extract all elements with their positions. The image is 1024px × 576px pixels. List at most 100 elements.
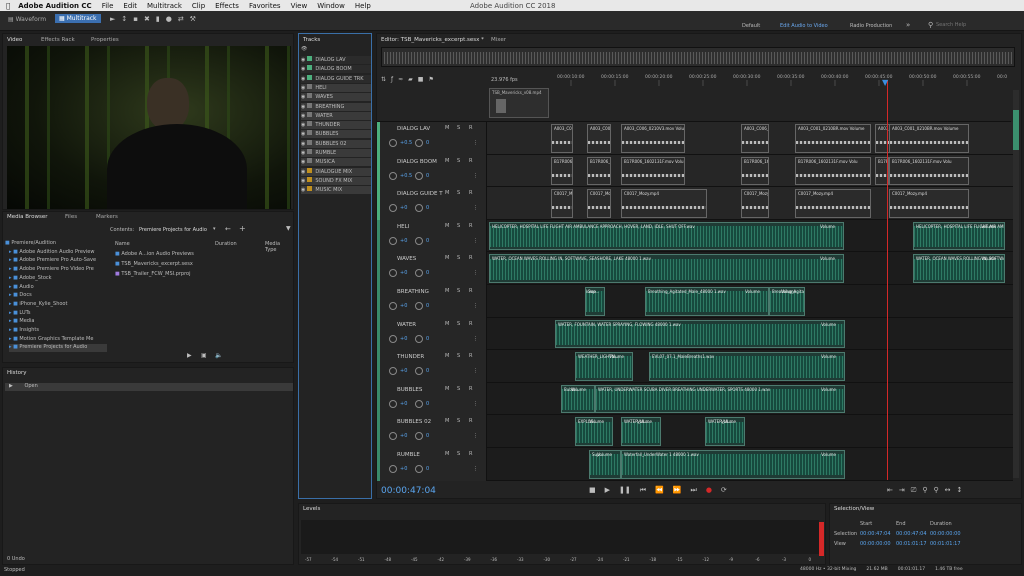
playhead-handle-icon[interactable]: ▼ [882, 78, 888, 87]
mute-button[interactable]: M [445, 451, 449, 457]
sel-duration-value[interactable]: 00:00:00:00 [930, 531, 961, 537]
record-button[interactable]: ● [706, 486, 712, 495]
mute-button[interactable]: M [445, 158, 449, 164]
track-list-item[interactable]: ◉ MUSICA [301, 158, 371, 167]
mute-button[interactable]: M [445, 223, 449, 229]
pan-knob[interactable] [415, 334, 423, 343]
folder-tree-item[interactable]: ▸ ■ Insights [9, 327, 107, 335]
track-list-item[interactable]: ◉ WAVES [301, 93, 371, 102]
record-arm-button[interactable]: R [469, 418, 472, 424]
folder-tree-item[interactable]: ▸ ■ Docs [9, 292, 107, 300]
record-arm-button[interactable]: R [469, 321, 472, 327]
solo-button[interactable]: S [457, 288, 460, 294]
track-list-item[interactable]: ◉ BREATHING [301, 102, 371, 111]
workspace-edit-audio-to-video[interactable]: Edit Audio to Video [780, 23, 828, 29]
track-fx-icon[interactable]: ⋮ [473, 466, 478, 472]
overview-bar[interactable] [381, 47, 1015, 67]
volume-value[interactable]: +0 [400, 336, 407, 342]
record-arm-button[interactable]: R [469, 386, 472, 392]
volume-knob[interactable] [389, 432, 397, 441]
menu-help[interactable]: Help [355, 2, 371, 10]
pause-button[interactable]: ❚❚ [619, 486, 631, 495]
audio-clip[interactable]: A003_C006_0210V3.mov Volu [741, 124, 769, 153]
pan-knob[interactable] [415, 139, 423, 147]
fast-forward-button[interactable]: ⏩ [673, 486, 682, 495]
track-list-item[interactable]: ◉ DIALOG LAV [301, 56, 371, 64]
sel-end-value[interactable]: 00:01:01:17 [896, 541, 927, 547]
sel-end-value[interactable]: 00:00:47:04 [896, 531, 927, 537]
folder-tree-item[interactable]: ▸ ■ Motion Graphics Template Me [9, 336, 107, 344]
pan-value[interactable]: 0 [426, 173, 429, 179]
stop-button[interactable]: ■ [589, 486, 596, 495]
file-item[interactable]: ■ TSB_Mavericks_excerpt.sesx [115, 261, 215, 269]
tab-files[interactable]: Files [65, 214, 77, 220]
pan-value[interactable]: 0 [426, 466, 429, 472]
audio-clip[interactable]: WATER_UL... Volume [621, 417, 661, 446]
eye-icon[interactable]: ◉ [301, 113, 305, 119]
media-play-button[interactable]: ▶ [187, 352, 192, 359]
file-item[interactable]: ■ Adobe A...ion Audio Previews [115, 251, 215, 259]
add-icon[interactable]: + [239, 224, 246, 233]
track-name[interactable]: BREATHING [397, 289, 429, 295]
volume-value[interactable]: +0 [400, 303, 407, 309]
column-name[interactable]: Name [115, 241, 130, 247]
track-list-item[interactable]: ◉ MUSIC MIX [301, 186, 371, 195]
media-volume-icon[interactable]: 🔈 [215, 352, 222, 359]
pan-knob[interactable] [415, 465, 423, 473]
audio-clip[interactable]: WATER, OCEAN WAVES ROLLING IN, SOFTWAVE,… [489, 254, 844, 283]
to-start-button[interactable]: ⏮ [640, 486, 646, 495]
menu-window[interactable]: Window [317, 2, 345, 10]
track-list-item[interactable]: ◉ RUMBLE [301, 149, 371, 157]
audio-clip[interactable]: C0017_Mozy.mp4 [551, 189, 573, 218]
volume-value[interactable]: +0.5 [400, 173, 412, 179]
track-list-item[interactable]: ◉ BUBBLES [301, 130, 371, 139]
folder-tree-item[interactable]: ▸ ■ Adobe_Stock [9, 275, 107, 283]
track-name[interactable]: WAVES [397, 256, 416, 262]
volume-knob[interactable] [389, 139, 397, 147]
track-header[interactable]: WAVES M S R +0 0 ⋮ [377, 252, 487, 285]
audio-clip[interactable]: A003_C006_0210V3.mov Volu [587, 124, 611, 153]
track-fx-icon[interactable]: ⋮ [473, 173, 478, 179]
audio-clip[interactable]: C0017_Mozy.mp4 [587, 189, 611, 218]
pan-knob[interactable] [415, 367, 423, 376]
audio-clip[interactable]: WATER_UL... Volume [705, 417, 745, 446]
track-header[interactable]: DIALOG BOOM M S R +0.5 0 ⋮ [377, 154, 487, 188]
back-arrow-icon[interactable]: ← [225, 225, 231, 233]
track-name[interactable]: DIALOG BOOM [397, 159, 437, 165]
pan-value[interactable]: 0 [426, 303, 429, 309]
vertical-scrollbar[interactable] [1013, 90, 1019, 478]
tab-video[interactable]: Video [7, 37, 22, 43]
record-arm-button[interactable]: R [469, 288, 472, 294]
eye-icon[interactable]: ◉ [301, 94, 305, 100]
solo-button[interactable]: S [457, 190, 460, 196]
eye-icon[interactable]: ◉ [301, 104, 305, 110]
solo-button[interactable]: S [457, 353, 460, 359]
track-header[interactable]: RUMBLE M S R +0 0 ⋮ [377, 448, 487, 481]
column-duration[interactable]: Duration [215, 241, 237, 247]
media-insert-icon[interactable]: ▣ [201, 352, 207, 359]
multitrack-view-button[interactable]: ▦ Multitrack [55, 14, 101, 23]
tab-properties[interactable]: Properties [91, 37, 119, 43]
mute-button[interactable]: M [445, 190, 449, 196]
eye-icon[interactable]: ◉ [301, 66, 305, 72]
tab-mixer[interactable]: Mixer [491, 37, 506, 43]
to-end-button[interactable]: ⏭ [691, 486, 697, 495]
file-item[interactable]: ■ TSB_Trailer_FCW_MSI.prproj [115, 271, 215, 279]
eye-icon[interactable]: ◉ [301, 141, 305, 147]
track-list-item[interactable]: ◉ HELI [301, 83, 371, 92]
volume-knob[interactable] [389, 171, 397, 180]
audio-clip[interactable]: Waterfall_UnderWater 1 48000 1.wav Volume [621, 450, 845, 479]
pan-value[interactable]: 0 [426, 238, 429, 244]
solo-button[interactable]: S [457, 255, 460, 261]
track-name[interactable]: RUMBLE [397, 452, 420, 458]
pan-knob[interactable] [415, 432, 423, 441]
folder-tree-item[interactable]: ■ Premiere/Audition [5, 240, 103, 248]
pan-value[interactable]: 0 [426, 336, 429, 342]
volume-knob[interactable] [389, 269, 397, 278]
time-ruler[interactable]: 00:00:10:00 00:00:15:00 00:00:20:00 00:00:2… [487, 72, 1007, 86]
volume-value[interactable]: +0 [400, 238, 407, 244]
pan-knob[interactable] [415, 269, 423, 278]
track-header[interactable]: HELI M S R +0 0 ⋮ [377, 219, 487, 253]
video-clip[interactable]: TSB_Mavericks_v08.mp4 [489, 88, 549, 118]
mute-button[interactable]: M [445, 255, 449, 261]
